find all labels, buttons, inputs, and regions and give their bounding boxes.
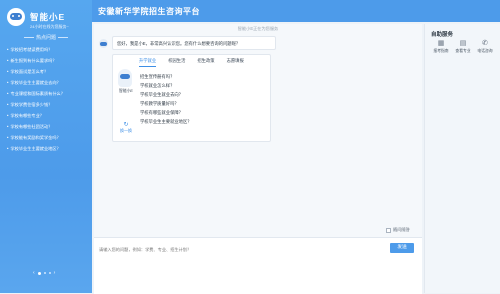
phone-icon: ✆ — [482, 40, 488, 47]
tab-admission-policy[interactable]: 招生政策 — [197, 58, 214, 67]
message-input[interactable] — [99, 244, 379, 254]
welcome-message: 您好，我是小E，非常高兴认识您。您有什么想要咨询的问题呢？ — [112, 36, 276, 50]
instant-answer-toggle[interactable]: 随问随答 — [386, 227, 410, 233]
hot-questions-title: 热点问题 — [0, 34, 92, 41]
hot-question-item[interactable]: 学校能有奖励和奖学金吗？ — [7, 132, 91, 143]
majors-icon: ▤ — [459, 40, 467, 47]
pager-dot[interactable] — [37, 271, 41, 275]
guide-icon: ▦ — [437, 40, 445, 47]
checkbox[interactable] — [386, 227, 391, 233]
hot-questions-pager: ‹ › — [33, 270, 55, 276]
refresh-icon: ↻ — [123, 122, 129, 128]
refresh-button[interactable]: ↻ 换一换 — [116, 121, 136, 134]
question-tabs: 升学就业 校园生活 招生政策 志愿填报 — [139, 58, 256, 67]
service-phone[interactable]: ✆ 电话咨询 — [475, 40, 495, 54]
pager-prev-icon[interactable]: ‹ — [33, 270, 35, 276]
service-guide[interactable]: ▦ 报考指南 — [431, 40, 451, 54]
hot-question-item[interactable]: 学校有哪些专业？ — [7, 110, 91, 121]
service-label: 电话咨询 — [477, 49, 493, 53]
self-service-panel: 自助服务 ▦ 报考指南 ▤ 查看专业 ✆ 电话咨询 — [424, 24, 500, 293]
hot-question-item[interactable]: 新生报到有什么要求吗？ — [7, 55, 91, 66]
brand-name: 智能小E — [30, 12, 66, 22]
brand-subtitle: 24小时在线为您服务~ — [30, 24, 69, 29]
question-item[interactable]: 学校教学质量好吗？ — [140, 99, 266, 108]
service-label: 报考指南 — [433, 49, 449, 53]
mascot-icon — [118, 69, 132, 87]
header-bar: 安徽新华学院招生咨询平台 — [92, 0, 500, 22]
chat-status: 智能小E正在为您服务 — [237, 26, 279, 31]
question-item[interactable]: 学校就业怎么样？ — [140, 81, 266, 90]
send-button[interactable]: 发送 — [390, 243, 414, 253]
refresh-label: 换一换 — [120, 128, 132, 133]
hot-question-item[interactable]: 专业课程和国际素质有什么？ — [7, 88, 91, 99]
input-area — [94, 237, 422, 294]
sidebar: 智能小E 24小时在线为您服务~ 热点问题 学校招考就读费用吗？ 新生报到有什么… — [0, 0, 92, 293]
hot-question-list: 学校招考就读费用吗？ 新生报到有什么要求吗？ 学校面试是怎么考？ 学校毕业生主要… — [7, 44, 91, 154]
hot-question-item[interactable]: 学校毕业生主要就业地区？ — [7, 143, 91, 154]
hot-question-item[interactable]: 学校有哪些社团活动？ — [7, 121, 91, 132]
service-majors[interactable]: ▤ 查看专业 — [453, 40, 473, 54]
question-item[interactable]: 学校有哪些就业保障？ — [140, 108, 266, 117]
toggle-label: 随问随答 — [393, 227, 410, 232]
question-item[interactable]: 学校毕业生主要就业地区？ — [140, 117, 266, 126]
self-service-title: 自助服务 — [431, 32, 454, 38]
pager-next-icon[interactable]: › — [54, 270, 56, 276]
bot-name: 智能小E — [119, 89, 133, 93]
hot-question-item[interactable]: 学校毕业生主要就业去向？ — [7, 77, 91, 88]
bot-avatar-icon — [99, 39, 108, 48]
hot-question-item[interactable]: 学校面试是怎么考？ — [7, 66, 91, 77]
page-title: 安徽新华学院招生咨询平台 — [98, 7, 200, 16]
pager-dot[interactable] — [48, 272, 51, 274]
hot-question-item[interactable]: 学校招考就读费用吗？ — [7, 44, 91, 55]
question-item[interactable]: 学校毕业生就业去向？ — [140, 90, 266, 99]
tab-campus-life[interactable]: 校园生活 — [168, 58, 185, 67]
question-card: 智能小E ↻ 换一换 升学就业 校园生活 招生政策 志愿填报 招生宣传册有吗？ … — [112, 54, 271, 142]
hot-question-item[interactable]: 学校学费住宿多少钱？ — [7, 99, 91, 110]
tab-application[interactable]: 志愿填报 — [227, 58, 244, 67]
tab-employment[interactable]: 升学就业 — [139, 58, 157, 67]
pager-dot[interactable] — [43, 272, 46, 274]
question-item[interactable]: 招生宣传册有吗？ — [140, 72, 266, 81]
service-label: 查看专业 — [455, 49, 471, 53]
question-list: 招生宣传册有吗？ 学校就业怎么样？ 学校毕业生就业去向？ 学校教学质量好吗？ 学… — [140, 72, 266, 126]
robot-avatar-icon — [7, 8, 25, 26]
